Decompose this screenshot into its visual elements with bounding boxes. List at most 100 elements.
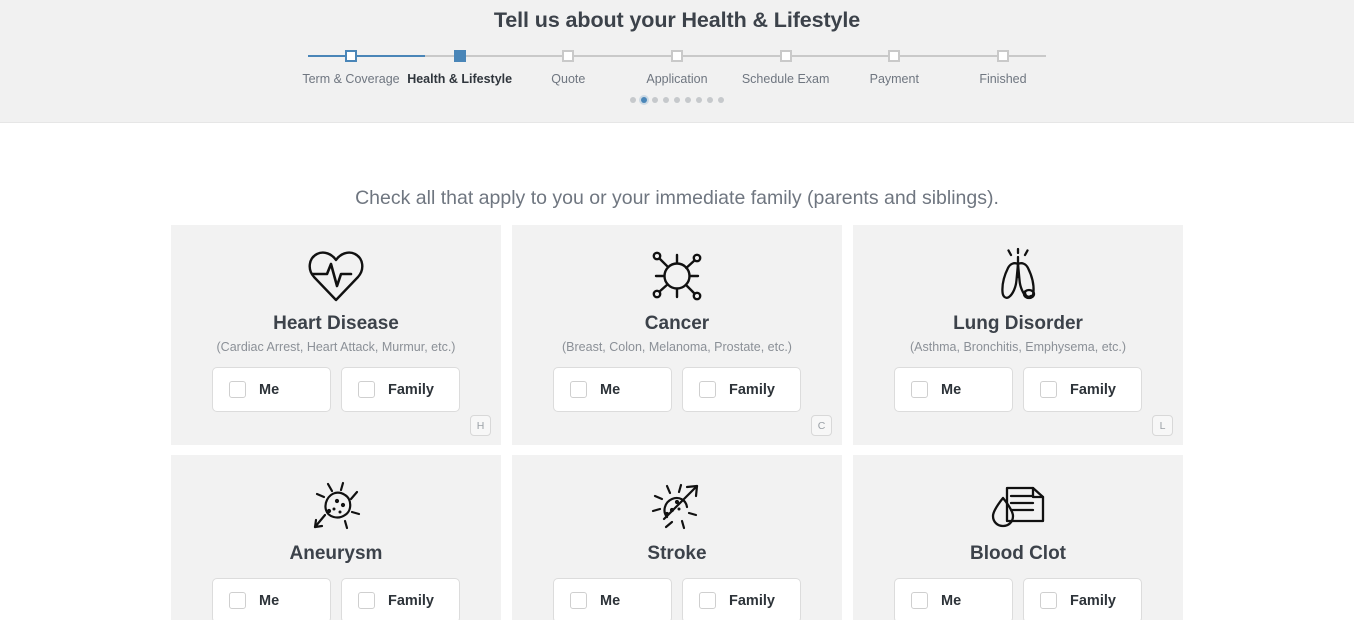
condition-title: Blood Clot bbox=[969, 543, 1067, 564]
progress-stepper: Term & Coverage Health & Lifestyle Quote… bbox=[297, 33, 1057, 103]
condition-card: Aneurysm Me Family bbox=[171, 455, 501, 620]
checkbox-button-me[interactable]: Me bbox=[553, 578, 672, 620]
checkbox-label: Me bbox=[941, 592, 962, 609]
page-dot[interactable] bbox=[663, 97, 669, 103]
checkbox-family-icon[interactable] bbox=[1040, 592, 1057, 609]
lungs-icon bbox=[989, 245, 1047, 307]
step-marker bbox=[779, 50, 792, 62]
keyboard-shortcut-badge: C bbox=[811, 415, 832, 436]
condition-card: Cancer (Breast, Colon, Melanoma, Prostate… bbox=[512, 225, 842, 445]
blood-clot-icon bbox=[987, 475, 1049, 537]
page-dots bbox=[297, 97, 1057, 103]
choice-row: Me Family bbox=[894, 578, 1142, 620]
checkbox-button-me[interactable]: Me bbox=[894, 578, 1013, 620]
checkbox-button-family[interactable]: Family bbox=[682, 578, 801, 620]
checkbox-label: Family bbox=[729, 592, 775, 609]
checkbox-family-icon[interactable] bbox=[699, 381, 716, 398]
checkbox-me-icon[interactable] bbox=[229, 381, 246, 398]
checkbox-me-icon[interactable] bbox=[570, 592, 587, 609]
step-marker bbox=[996, 50, 1009, 62]
choice-row: Me Family bbox=[553, 367, 801, 412]
page-dot[interactable] bbox=[696, 97, 702, 103]
condition-subtitle: (Asthma, Bronchitis, Emphysema, etc.) bbox=[909, 340, 1127, 354]
condition-subtitle: (Cardiac Arrest, Heart Attack, Murmur, e… bbox=[216, 340, 456, 354]
page-dot[interactable] bbox=[652, 97, 658, 103]
condition-subtitle: (Breast, Colon, Melanoma, Prostate, etc.… bbox=[562, 340, 792, 354]
checkbox-label: Family bbox=[388, 592, 434, 609]
page-dot[interactable] bbox=[685, 97, 691, 103]
stroke-burst-arrow-icon bbox=[648, 475, 706, 537]
checkbox-family-icon[interactable] bbox=[358, 381, 375, 398]
checkbox-label: Me bbox=[259, 381, 280, 398]
checkbox-label: Me bbox=[600, 381, 621, 398]
page-header: Tell us about your Health & Lifestyle Te… bbox=[0, 0, 1354, 123]
checkbox-me-icon[interactable] bbox=[229, 592, 246, 609]
step-node-health-lifestyle[interactable] bbox=[406, 47, 514, 62]
condition-card: Lung Disorder (Asthma, Bronchitis, Emphys… bbox=[853, 225, 1183, 445]
step-marker bbox=[453, 50, 466, 62]
checkbox-family-icon[interactable] bbox=[358, 592, 375, 609]
step-label-payment: Payment bbox=[869, 72, 919, 86]
step-node-finished[interactable] bbox=[949, 47, 1057, 62]
page-dot[interactable] bbox=[674, 97, 680, 103]
page-dot[interactable] bbox=[630, 97, 636, 103]
checkbox-button-family[interactable]: Family bbox=[1023, 578, 1142, 620]
step-marker bbox=[562, 50, 575, 62]
step-marker bbox=[670, 50, 683, 62]
step-node-term-coverage[interactable] bbox=[297, 47, 405, 62]
heart-pulse-icon bbox=[305, 245, 367, 307]
main-content: Check all that apply to you or your imme… bbox=[0, 187, 1354, 620]
step-node-application[interactable] bbox=[623, 47, 731, 62]
checkbox-label: Me bbox=[600, 592, 621, 609]
condition-card-grid: Heart Disease (Cardiac Arrest, Heart Atta… bbox=[171, 225, 1183, 620]
condition-title: Cancer bbox=[644, 313, 710, 334]
step-marker bbox=[888, 50, 901, 62]
step-label-health-lifestyle: Health & Lifestyle bbox=[407, 72, 513, 86]
condition-card: Blood Clot Me Family bbox=[853, 455, 1183, 620]
page-dot[interactable] bbox=[641, 97, 647, 103]
step-node-payment[interactable] bbox=[840, 47, 948, 62]
checkbox-label: Family bbox=[729, 381, 775, 398]
step-label-quote: Quote bbox=[551, 72, 586, 86]
checkbox-button-family[interactable]: Family bbox=[1023, 367, 1142, 412]
stepper-track bbox=[297, 47, 1057, 65]
checkbox-label: Me bbox=[941, 381, 962, 398]
condition-card: Heart Disease (Cardiac Arrest, Heart Atta… bbox=[171, 225, 501, 445]
checkbox-family-icon[interactable] bbox=[1040, 381, 1057, 398]
checkbox-me-icon[interactable] bbox=[911, 381, 928, 398]
checkbox-button-family[interactable]: Family bbox=[341, 367, 460, 412]
checkbox-button-family[interactable]: Family bbox=[341, 578, 460, 620]
stepper-nodes bbox=[297, 47, 1057, 62]
instruction-text: Check all that apply to you or your imme… bbox=[355, 187, 999, 209]
page-dot[interactable] bbox=[707, 97, 713, 103]
keyboard-shortcut-badge: L bbox=[1152, 415, 1173, 436]
step-node-schedule-exam[interactable] bbox=[732, 47, 840, 62]
choice-row: Me Family bbox=[894, 367, 1142, 412]
condition-title: Stroke bbox=[647, 543, 707, 564]
condition-title: Aneurysm bbox=[289, 543, 383, 564]
cancer-cell-icon bbox=[648, 245, 706, 307]
condition-card: Stroke Me Family bbox=[512, 455, 842, 620]
checkbox-button-family[interactable]: Family bbox=[682, 367, 801, 412]
step-label-application: Application bbox=[646, 72, 708, 86]
step-marker bbox=[345, 50, 357, 62]
checkbox-button-me[interactable]: Me bbox=[894, 367, 1013, 412]
step-label-schedule-exam: Schedule Exam bbox=[741, 72, 830, 86]
step-label-term-coverage: Term & Coverage bbox=[302, 72, 400, 86]
condition-title: Lung Disorder bbox=[953, 313, 1083, 334]
choice-row: Me Family bbox=[212, 578, 460, 620]
checkbox-label: Me bbox=[259, 592, 280, 609]
step-node-quote[interactable] bbox=[514, 47, 622, 62]
checkbox-label: Family bbox=[1070, 381, 1116, 398]
step-label-finished: Finished bbox=[979, 72, 1027, 86]
checkbox-me-icon[interactable] bbox=[911, 592, 928, 609]
page-dot[interactable] bbox=[718, 97, 724, 103]
checkbox-button-me[interactable]: Me bbox=[212, 578, 331, 620]
checkbox-button-me[interactable]: Me bbox=[212, 367, 331, 412]
stepper-labels: Term & Coverage Health & Lifestyle Quote… bbox=[297, 72, 1057, 86]
aneurysm-burst-icon bbox=[307, 475, 365, 537]
checkbox-button-me[interactable]: Me bbox=[553, 367, 672, 412]
checkbox-family-icon[interactable] bbox=[699, 592, 716, 609]
choice-row: Me Family bbox=[212, 367, 460, 412]
checkbox-me-icon[interactable] bbox=[570, 381, 587, 398]
